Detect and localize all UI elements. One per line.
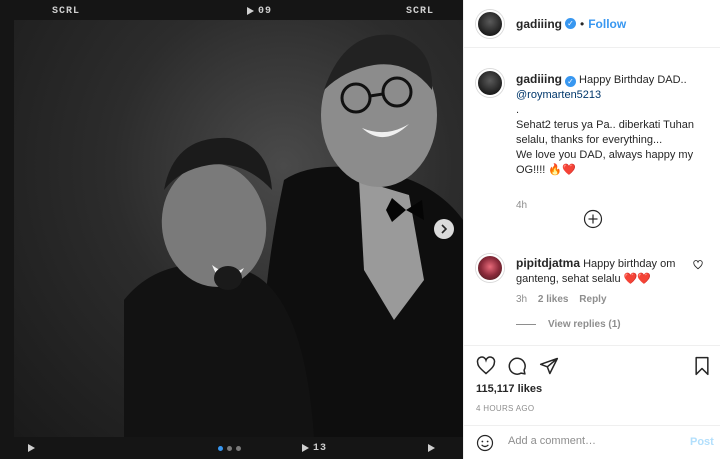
comment-meta: 3h 2 likes Reply: [516, 294, 615, 305]
view-replies-button[interactable]: View replies (1): [516, 319, 621, 330]
carousel-indicator: [218, 446, 241, 451]
verified-badge-icon: ✓: [565, 76, 576, 87]
comment-time[interactable]: 3h: [516, 294, 527, 305]
like-comment-heart-icon[interactable]: [693, 260, 703, 270]
film-frame-number: 13: [313, 443, 328, 454]
film-strip-top: SCRL 09 SCRL: [0, 0, 463, 22]
caption-mention[interactable]: @roymarten5213: [516, 89, 601, 101]
like-heart-icon[interactable]: [476, 356, 496, 376]
view-replies-label: View replies (1): [548, 319, 621, 330]
add-comment-bar: Post: [464, 425, 720, 459]
comment-likes[interactable]: 2 likes: [538, 294, 569, 305]
share-paper-plane-icon[interactable]: [539, 356, 559, 376]
post-header: gadiiing ✓ • Follow: [464, 0, 720, 48]
carousel-dot: [227, 446, 232, 451]
post-sidebar: gadiiing ✓ • Follow gadiiing ✓ Happy Birt…: [463, 0, 720, 459]
carousel-dot: [236, 446, 241, 451]
author-avatar[interactable]: [476, 9, 504, 38]
post-photo: [14, 20, 463, 437]
save-bookmark-icon[interactable]: [693, 356, 711, 376]
film-triangle-icon: [247, 7, 254, 15]
film-triangle-icon: [28, 444, 35, 452]
portrait-illustration: [124, 34, 463, 437]
caption-text: gadiiing ✓ Happy Birthday DAD.. @roymarte…: [516, 72, 716, 178]
caption-time[interactable]: 4h: [516, 200, 527, 211]
comment-text: pipitdjatma Happy birthday om ganteng, s…: [516, 256, 698, 287]
carousel-dot: [218, 446, 223, 451]
commenter-username[interactable]: pipitdjatma: [516, 256, 580, 270]
emoji-smiley-icon[interactable]: [476, 434, 494, 452]
caption-line2: .: [516, 104, 520, 116]
author-username[interactable]: gadiiing: [516, 17, 562, 31]
film-triangle-icon: [302, 444, 309, 452]
caption-line3: Sehat2 terus ya Pa.. diberkati Tuhan sel…: [516, 119, 694, 146]
comment-bubble-icon[interactable]: [507, 356, 527, 376]
film-label-right: SCRL: [406, 6, 435, 17]
view-replies-divider: [516, 324, 536, 325]
post-media[interactable]: SCRL 09 SCRL 13: [0, 0, 463, 459]
header-separator: •: [580, 16, 585, 31]
reply-button[interactable]: Reply: [579, 294, 606, 305]
comments-section: gadiiing ✓ Happy Birthday DAD.. @roymarte…: [464, 49, 720, 345]
next-slide-button[interactable]: [434, 219, 454, 239]
caption-avatar[interactable]: [476, 69, 504, 97]
action-bar: 115,117 likes 4 HOURS AGO: [464, 345, 720, 425]
caption-line4: We love you DAD, always happy my OG!!!! …: [516, 149, 694, 176]
posted-time[interactable]: 4 HOURS AGO: [476, 404, 534, 413]
add-comment-input[interactable]: [508, 435, 678, 447]
film-frame-number: 09: [258, 6, 273, 17]
commenter-avatar[interactable]: [476, 254, 504, 282]
load-more-comments-icon[interactable]: [583, 209, 603, 229]
follow-button[interactable]: Follow: [588, 17, 626, 31]
film-triangle-icon: [428, 444, 435, 452]
likes-count[interactable]: 115,117 likes: [476, 383, 542, 395]
caption-line1: Happy Birthday DAD..: [576, 74, 687, 86]
post-comment-button[interactable]: Post: [690, 436, 714, 448]
caption-username[interactable]: gadiiing: [516, 72, 562, 86]
verified-badge-icon: ✓: [565, 18, 576, 29]
chevron-right-icon: [441, 224, 448, 234]
film-label-left: SCRL: [52, 6, 81, 17]
